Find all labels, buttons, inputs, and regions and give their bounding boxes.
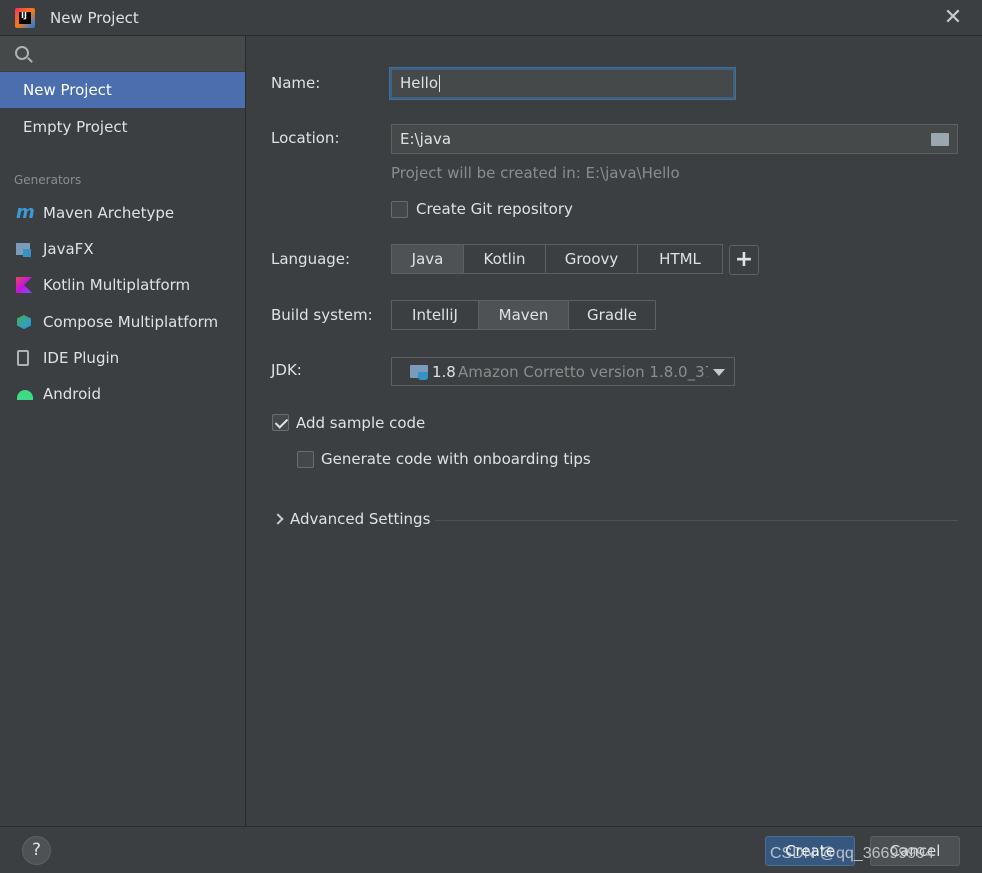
intellij-logo-icon: IJ <box>15 8 35 28</box>
plugin-icon <box>17 350 29 366</box>
sample-code-label[interactable]: Add sample code <box>296 414 425 432</box>
generator-label: Kotlin Multiplatform <box>43 276 191 294</box>
generator-label: Maven Archetype <box>43 204 175 222</box>
text-caret <box>439 75 441 92</box>
location-label: Location: <box>271 129 340 147</box>
dialog-footer: ? Create Cancel CSDN @qq_36699994 <box>0 826 982 873</box>
kotlin-icon <box>16 277 32 293</box>
generator-label: Compose Multiplatform <box>43 313 219 331</box>
language-segmented-control: Java Kotlin Groovy HTML <box>391 244 723 274</box>
android-icon <box>17 390 33 400</box>
title-bar: IJ New Project ✕ <box>0 0 982 36</box>
onboarding-tips-checkbox[interactable] <box>297 451 314 468</box>
close-icon[interactable]: ✕ <box>940 5 966 31</box>
name-field[interactable]: Hello <box>389 67 736 100</box>
jdk-folder-icon <box>410 365 428 380</box>
sidebar-item-empty-project[interactable]: Empty Project <box>0 109 245 145</box>
sidebar-item-new-project[interactable]: New Project <box>0 72 245 108</box>
jdk-label: JDK: <box>271 361 302 379</box>
jdk-version: 1.8 <box>432 363 456 381</box>
generator-maven-archetype[interactable]: m Maven Archetype <box>0 196 245 230</box>
git-checkbox-label[interactable]: Create Git repository <box>416 200 573 218</box>
advanced-settings-toggle[interactable]: Advanced Settings <box>290 510 430 528</box>
jdk-description: Amazon Corretto version 1.8.0_372 <box>458 363 708 381</box>
divider <box>435 520 958 521</box>
language-option-groovy[interactable]: Groovy <box>546 245 638 273</box>
search-icon <box>15 46 29 60</box>
language-option-kotlin[interactable]: Kotlin <box>464 245 546 273</box>
search-input[interactable] <box>0 36 245 71</box>
watermark: CSDN @qq_36699994 <box>770 845 934 862</box>
language-option-java[interactable]: Java <box>392 245 464 273</box>
generator-ide-plugin[interactable]: IDE Plugin <box>0 341 245 375</box>
generator-javafx[interactable]: JavaFX <box>0 232 245 266</box>
sample-code-checkbox[interactable] <box>272 414 289 431</box>
language-option-html[interactable]: HTML <box>638 245 722 273</box>
generators-heading: Generators <box>14 173 82 187</box>
onboarding-tips-label[interactable]: Generate code with onboarding tips <box>321 450 591 468</box>
build-option-gradle[interactable]: Gradle <box>569 301 655 329</box>
generator-android[interactable]: Android <box>0 377 245 411</box>
generator-kotlin-multiplatform[interactable]: Kotlin Multiplatform <box>0 268 245 302</box>
build-system-label: Build system: <box>271 306 373 324</box>
generator-label: IDE Plugin <box>43 349 120 367</box>
generator-compose-multiplatform[interactable]: Compose Multiplatform <box>0 305 245 339</box>
help-button[interactable]: ? <box>22 836 51 865</box>
jdk-dropdown[interactable]: 1.8 Amazon Corretto version 1.8.0_372 <box>391 357 735 386</box>
location-field[interactable]: E:\java <box>391 124 958 154</box>
location-hint: Project will be created in: E:\java\Hell… <box>391 164 680 182</box>
build-system-segmented-control: IntelliJ Maven Gradle <box>391 300 656 330</box>
compose-icon <box>17 315 31 329</box>
maven-icon: m <box>16 202 35 223</box>
name-label: Name: <box>271 74 321 92</box>
build-option-intellij[interactable]: IntelliJ <box>392 301 479 329</box>
chevron-right-icon[interactable] <box>272 513 284 525</box>
javafx-icon <box>16 243 31 257</box>
sidebar: New Project Empty Project Generators m M… <box>0 36 246 826</box>
generator-label: JavaFX <box>43 240 94 258</box>
generator-label: Android <box>43 385 101 403</box>
folder-browse-icon[interactable] <box>931 133 949 146</box>
location-value: E:\java <box>400 130 452 148</box>
name-value: Hello <box>400 74 439 92</box>
language-label: Language: <box>271 250 351 268</box>
add-language-button[interactable]: + <box>729 245 759 275</box>
git-checkbox[interactable] <box>391 201 408 218</box>
window-title: New Project <box>50 9 139 27</box>
build-option-maven[interactable]: Maven <box>479 301 569 329</box>
chevron-down-icon <box>713 369 725 376</box>
